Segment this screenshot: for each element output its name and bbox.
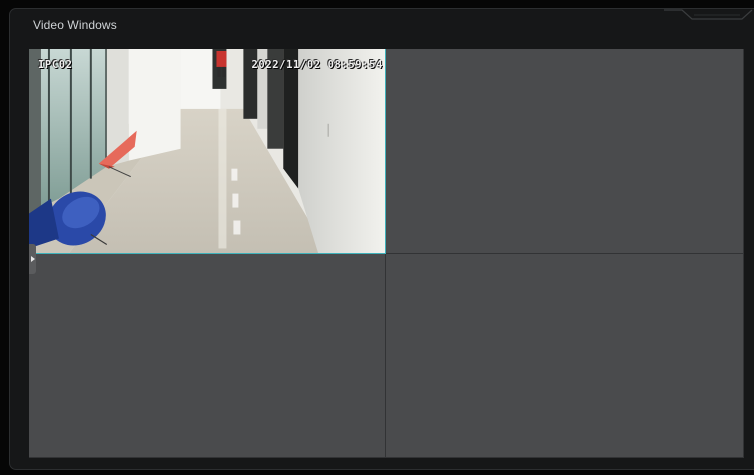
chevron-right-icon <box>30 256 35 262</box>
camera-feed-image <box>29 49 385 253</box>
video-window-4[interactable] <box>386 254 744 458</box>
camera-timestamp-overlay: 2022/11/02 08:59:54 <box>251 59 383 71</box>
panel-header: Video Windows <box>20 9 654 41</box>
video-window-2[interactable] <box>386 49 744 254</box>
video-window-grid: IPC02 2022/11/02 08:59:54 <box>29 49 744 458</box>
app-background: Video Windows IPC02 2022/11/02 08:59:54 <box>0 0 754 475</box>
panel-title: Video Windows <box>33 18 117 32</box>
camera-name-overlay: IPC02 <box>38 59 73 71</box>
video-window-1[interactable]: IPC02 2022/11/02 08:59:54 <box>29 49 386 254</box>
expand-sidebar-handle[interactable] <box>29 244 36 274</box>
video-window-3[interactable] <box>29 254 386 458</box>
panel-corner-decoration <box>664 9 753 20</box>
